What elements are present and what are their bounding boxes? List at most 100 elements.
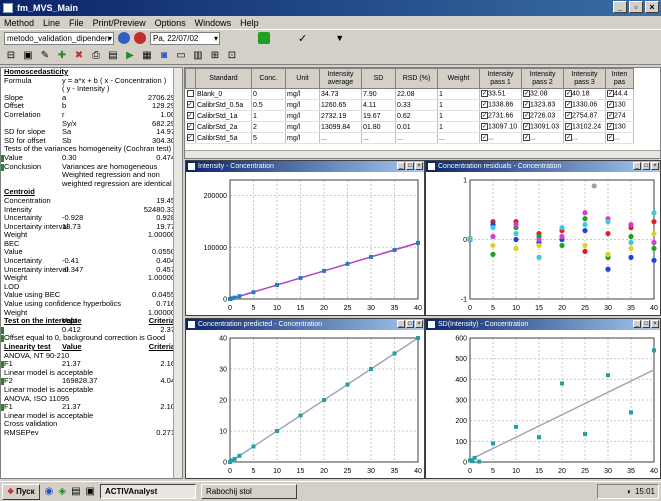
chart-window-residuals[interactable]: Concentration residuals - Concentration … [425,160,661,316]
quicklaunch-icon[interactable]: ▤ [71,486,80,497]
table-row[interactable]: ✓ CalibrStd_5a 5 mg/l............ ✓... ✓... ✓.… [185,132,634,144]
pass-checkbox[interactable]: ✓ [481,112,488,120]
close-button[interactable]: × [415,320,423,328]
row-checkbox[interactable] [185,88,196,100]
column-header[interactable] [185,68,196,89]
chart-window-sd[interactable]: SD(Intensity) - Concentration _ □ × 0 5 10 15… [425,318,661,479]
close-button[interactable]: × [645,1,659,13]
table-row[interactable]: ✓ CalibrStd_0.5a 0.5 mg/l 1260.65 4.11 0.33 1 ✓1… [185,99,634,111]
pass-checkbox[interactable]: ✓ [565,90,572,98]
row-checkbox[interactable]: ✓ [185,99,196,111]
maximize-button[interactable]: □ [642,320,650,328]
pass-checkbox[interactable]: ✓ [523,134,530,142]
print-icon[interactable]: ⎙ [89,49,103,63]
pass-checkbox[interactable]: ✓ [523,112,530,120]
pass-checkbox[interactable]: ✓ [607,134,614,142]
chart-window-intensity[interactable]: Intensity - Concentration _ □ × 0 5 10 15 20 25… [185,160,425,316]
menu-windows[interactable]: Windows [195,18,232,28]
statistics-scrollbar[interactable] [173,68,182,478]
column-header[interactable]: Standard [195,68,252,89]
close-button[interactable]: × [651,320,659,328]
column-header[interactable]: Intensity pass 2 [521,68,564,89]
record-icon[interactable] [134,32,146,44]
maximize-button[interactable]: □ [406,162,414,170]
column-header[interactable]: Intensity pass 3 [563,68,606,89]
pass-checkbox[interactable]: ✓ [565,112,572,120]
pass-checkbox[interactable]: ✓ [565,101,572,109]
window-icon[interactable]: ▭ [174,49,188,63]
table-row[interactable]: ✓ CalibrStd_2a 2 mg/l 13099.84 01.80 0.01 1 ✓130… [185,121,634,133]
pass-checkbox[interactable]: ✓ [523,90,530,98]
table-hscrollbar[interactable] [185,150,660,158]
pass-checkbox[interactable]: ✓ [481,123,488,131]
column-header[interactable]: Conc. [251,68,286,89]
taskbar-item-activanalyst[interactable]: ACTIVAnalyst [99,484,196,499]
cascade-icon[interactable]: ⊡ [225,49,239,63]
add-icon[interactable]: ✚ [55,49,69,63]
minimize-button[interactable]: _ [633,320,641,328]
maximize-button[interactable]: □ [406,320,414,328]
menu-help[interactable]: Help [240,18,259,28]
column-header[interactable]: Intensity average [319,68,362,89]
globe-icon[interactable] [118,32,130,44]
close-button[interactable]: × [415,162,423,170]
column-header[interactable]: Unit [285,68,320,89]
minimize-button[interactable]: _ [613,1,627,13]
checkbox[interactable] [186,90,194,98]
quicklaunch-icon[interactable]: ◉ [45,486,54,497]
row-checkbox[interactable]: ✓ [185,110,196,122]
checkbox[interactable]: ✓ [186,112,194,120]
pass-checkbox[interactable]: ✓ [481,134,488,142]
menu-options[interactable]: Options [155,18,186,28]
edit-icon[interactable]: ✎ [38,49,52,63]
restore-button[interactable]: ▫ [629,1,643,13]
column-header[interactable]: Intensity pass 1 [479,68,522,89]
grid-icon[interactable]: ⊞ [208,49,222,63]
pass-checkbox[interactable]: ✓ [565,134,572,142]
minimize-button[interactable]: _ [633,162,641,170]
tray-icon[interactable]: ◐ [627,487,632,496]
start-button[interactable]: ❖ Пуск [2,483,40,500]
row-checkbox[interactable]: ✓ [185,132,196,144]
preview-icon[interactable]: ▤ [106,49,120,63]
pass-checkbox[interactable]: ✓ [523,123,530,131]
column-header[interactable]: Weight [437,68,480,89]
menu-line[interactable]: Line [43,18,60,28]
pass-checkbox[interactable]: ✓ [481,101,488,109]
open-icon[interactable]: ⊟ [4,49,18,63]
quicklaunch-icon[interactable]: ▣ [86,486,95,497]
column-header[interactable]: Inten pas [605,68,634,89]
column-header[interactable]: SD [361,68,396,89]
window-title-bar[interactable]: fm_MVS_Main _ ▫ × [0,0,661,16]
close-button[interactable]: × [651,162,659,170]
table-row[interactable]: Blank_0 0 mg/l 34.73 7.90 22.08 1 ✓33.51 ✓32.08 ✓… [185,88,634,100]
quicklaunch-icon[interactable]: ◈ [58,486,66,497]
checkbox[interactable]: ✓ [186,123,194,131]
maximize-button[interactable]: □ [642,162,650,170]
pass-checkbox[interactable]: ✓ [607,101,614,109]
minimize-button[interactable]: _ [397,320,405,328]
pass-checkbox[interactable]: ✓ [481,90,488,98]
date-select[interactable]: Pa, 22/07/02 [150,31,220,45]
menu-print-preview[interactable]: Print/Preview [93,18,146,28]
pass-checkbox[interactable]: ✓ [607,123,614,131]
calc-icon[interactable]: ▦ [140,49,154,63]
dropdown-arrow-icon[interactable]: ▼ [335,33,344,43]
delete-icon[interactable]: ✖ [72,49,86,63]
check-icon[interactable]: ✓ [298,32,307,45]
pass-checkbox[interactable]: ✓ [565,123,572,131]
save-icon[interactable]: ▣ [21,49,35,63]
column-header[interactable]: RSD (%) [395,68,438,89]
checkbox[interactable]: ✓ [186,101,194,109]
tile-icon[interactable]: ▥ [191,49,205,63]
table-row[interactable]: ✓ CalibrStd_1a 1 mg/l 2732.19 19.67 0.62 1 ✓2731… [185,110,634,122]
taskbar-item-desktop[interactable]: Rabochij stol [200,484,297,499]
pass-checkbox[interactable]: ✓ [607,90,614,98]
pass-checkbox[interactable]: ✓ [607,112,614,120]
checkbox[interactable]: ✓ [186,134,194,142]
pass-checkbox[interactable]: ✓ [523,101,530,109]
minimize-button[interactable]: _ [397,162,405,170]
chart-icon[interactable]: ◙ [157,49,171,63]
menu-file[interactable]: File [69,18,84,28]
row-checkbox[interactable]: ✓ [185,121,196,133]
